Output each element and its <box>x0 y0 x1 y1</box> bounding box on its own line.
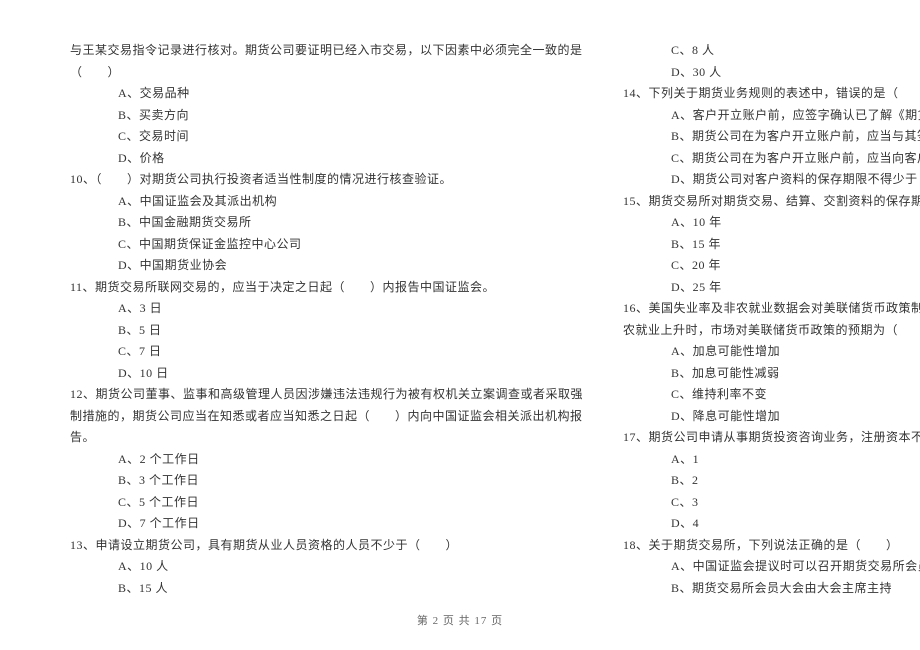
q11-option-c: C、7 日 <box>70 341 583 363</box>
q12-stem-line2: 制措施的，期货公司应当在知悉或者应当知悉之日起（ ）内向中国证监会相关派出机构报 <box>70 406 583 428</box>
q16-option-d: D、降息可能性增加 <box>623 406 920 428</box>
q16-option-a: A、加息可能性增加 <box>623 341 920 363</box>
q10-stem: 10、（ ）对期货公司执行投资者适当性制度的情况进行核查验证。 <box>70 169 583 191</box>
q14-stem: 14、下列关于期货业务规则的表述中，错误的是（ ） <box>623 83 920 105</box>
q15-option-d: D、25 年 <box>623 277 920 299</box>
right-column: C、8 人 D、30 人 14、下列关于期货业务规则的表述中，错误的是（ ） A… <box>623 40 920 610</box>
page-footer: 第 2 页 共 17 页 <box>0 612 920 628</box>
q10-option-b: B、中国金融期货交易所 <box>70 212 583 234</box>
q9-option-d: D、价格 <box>70 148 583 170</box>
q9-option-c: C、交易时间 <box>70 126 583 148</box>
q18-stem: 18、关于期货交易所，下列说法正确的是（ ） <box>623 535 920 557</box>
q16-option-b: B、加息可能性减弱 <box>623 363 920 385</box>
q12-stem-line3: 告。 <box>70 427 583 449</box>
q13-option-d: D、30 人 <box>623 62 920 84</box>
q18-option-b: B、期货交易所会员大会由大会主席主持 <box>623 578 920 600</box>
q17-option-c: C、3 <box>623 492 920 514</box>
q14-option-b: B、期货公司在为客户开立账户前，应当与其签订期货经纪合同 <box>623 126 920 148</box>
q15-option-a: A、10 年 <box>623 212 920 234</box>
q16-option-c: C、维持利率不变 <box>623 384 920 406</box>
q16-stem-line2: 农就业上升时，市场对美联储货币政策的预期为（ ） <box>623 320 920 342</box>
q11-stem: 11、期货交易所联网交易的，应当于决定之日起（ ）内报告中国证监会。 <box>70 277 583 299</box>
q11-option-b: B、5 日 <box>70 320 583 342</box>
q14-option-d: D、期货公司对客户资料的保存期限不得少于 10 年 <box>623 169 920 191</box>
q16-stem-line1: 16、美国失业率及非农就业数据会对美联储货币政策制定产生一定的影响。当失业率下降… <box>623 298 920 320</box>
q15-option-b: B、15 年 <box>623 234 920 256</box>
q13-option-b: B、15 人 <box>70 578 583 600</box>
q13-option-c: C、8 人 <box>623 40 920 62</box>
q13-option-a: A、10 人 <box>70 556 583 578</box>
q12-stem-line1: 12、期货公司董事、监事和高级管理人员因涉嫌违法违规行为被有权机关立案调查或者采… <box>70 384 583 406</box>
q17-option-d: D、4 <box>623 513 920 535</box>
q9-stem-line1: 与王某交易指令记录进行核对。期货公司要证明已经入市交易，以下因素中必须完全一致的… <box>70 40 583 62</box>
q12-option-a: A、2 个工作日 <box>70 449 583 471</box>
q14-option-c: C、期货公司在为客户开立账户前，应当向客户出示《期货交易风险说明书》 <box>623 148 920 170</box>
q9-stem-line2: （ ） <box>70 62 583 84</box>
page-container: 与王某交易指令记录进行核对。期货公司要证明已经入市交易，以下因素中必须完全一致的… <box>0 0 920 650</box>
q11-option-d: D、10 日 <box>70 363 583 385</box>
q17-stem: 17、期货公司申请从事期货投资咨询业务，注册资本不低于人民币（ ）亿元。 <box>623 427 920 449</box>
q12-option-d: D、7 个工作日 <box>70 513 583 535</box>
q11-option-a: A、3 日 <box>70 298 583 320</box>
q13-stem: 13、申请设立期货公司，具有期货从业人员资格的人员不少于（ ） <box>70 535 583 557</box>
q15-option-c: C、20 年 <box>623 255 920 277</box>
q9-option-b: B、买卖方向 <box>70 105 583 127</box>
left-column: 与王某交易指令记录进行核对。期货公司要证明已经入市交易，以下因素中必须完全一致的… <box>70 40 583 610</box>
q14-option-a: A、客户开立账户前，应签字确认已了解《期货交易风险说明书》的内容 <box>623 105 920 127</box>
q10-option-d: D、中国期货业协会 <box>70 255 583 277</box>
q10-option-c: C、中国期货保证金监控中心公司 <box>70 234 583 256</box>
q15-stem: 15、期货交易所对期货交易、结算、交割资料的保存期限应当不少于（ ） <box>623 191 920 213</box>
q17-option-a: A、1 <box>623 449 920 471</box>
q9-option-a: A、交易品种 <box>70 83 583 105</box>
q18-option-a: A、中国证监会提议时可以召开期货交易所会员大会 <box>623 556 920 578</box>
q12-option-b: B、3 个工作日 <box>70 470 583 492</box>
q10-option-a: A、中国证监会及其派出机构 <box>70 191 583 213</box>
q17-option-b: B、2 <box>623 470 920 492</box>
q12-option-c: C、5 个工作日 <box>70 492 583 514</box>
